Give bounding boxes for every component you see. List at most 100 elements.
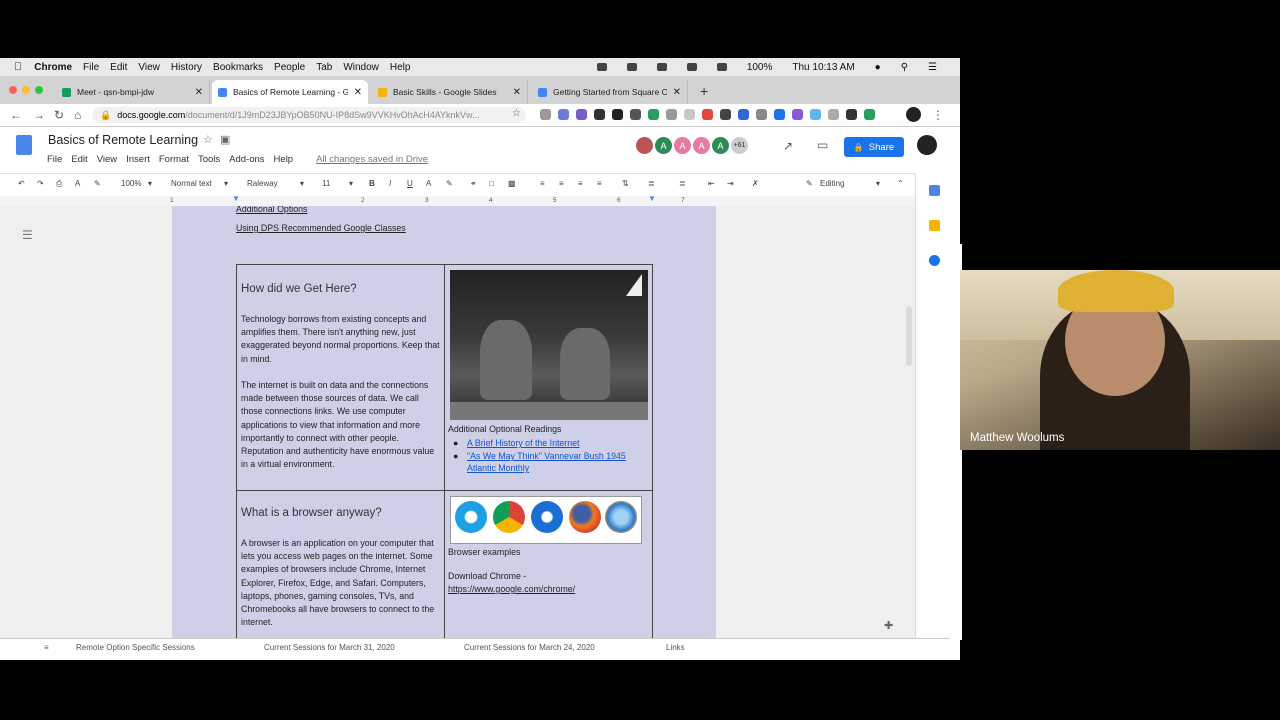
forward-icon[interactable]: → xyxy=(33,108,45,122)
clock[interactable]: Thu 10:13 AM xyxy=(792,62,854,73)
italic-icon[interactable]: I xyxy=(389,179,391,188)
font-size-select[interactable]: 11 xyxy=(322,179,330,188)
increase-indent-icon[interactable]: ⇥ xyxy=(727,179,734,188)
docs-menu-addons[interactable]: Add-ons xyxy=(229,154,264,165)
browser-logos-image[interactable] xyxy=(450,496,642,544)
menu-edit[interactable]: Edit xyxy=(110,62,127,73)
list-icon[interactable]: ☰ xyxy=(928,62,937,73)
close-window-icon[interactable] xyxy=(9,86,17,94)
docs-menu-file[interactable]: File xyxy=(47,154,62,165)
tab-meet[interactable]: Meet - qsn-bmpi-jdw ✕ xyxy=(56,80,210,104)
print-icon[interactable]: ⎙ xyxy=(56,179,62,189)
ruler[interactable]: 1 2 3 4 5 6 7 ▼ ▼ xyxy=(0,194,915,206)
video-tile[interactable]: Matthew Woolums xyxy=(960,270,1280,450)
profile-avatar[interactable] xyxy=(906,107,921,122)
mode-select[interactable]: Editing xyxy=(820,179,844,188)
docs-menu-insert[interactable]: Insert xyxy=(126,154,150,165)
line-spacing-icon[interactable]: ⇅ xyxy=(622,179,629,188)
align-center-icon[interactable]: ≡ xyxy=(559,179,564,188)
docs-menu-edit[interactable]: Edit xyxy=(71,154,87,165)
extension-icon[interactable] xyxy=(738,109,749,120)
indent-marker-icon[interactable]: ▼ xyxy=(232,194,240,203)
table-cell[interactable]: Additional Optional Readings ● A Brief H… xyxy=(444,264,653,491)
close-icon[interactable]: ✕ xyxy=(354,87,362,98)
style-select[interactable]: Normal text xyxy=(171,179,212,188)
add-icon[interactable]: ≡ xyxy=(44,643,49,652)
extension-icon[interactable] xyxy=(846,109,857,120)
docs-menu-view[interactable]: View xyxy=(97,154,117,165)
historic-photo[interactable] xyxy=(450,270,648,420)
highlight-icon[interactable]: ✎ xyxy=(446,179,453,188)
image-icon[interactable]: ▩ xyxy=(508,179,516,188)
decrease-indent-icon[interactable]: ⇤ xyxy=(708,179,715,188)
extension-icon[interactable] xyxy=(684,109,695,120)
home-icon[interactable]: ⌂ xyxy=(74,108,81,122)
more-collaborators[interactable]: +61 xyxy=(731,137,748,154)
text-color-icon[interactable]: A xyxy=(426,179,431,188)
tasks-icon[interactable] xyxy=(929,255,940,266)
avatar[interactable]: A xyxy=(693,137,710,154)
move-to-folder-icon[interactable]: ▣ xyxy=(220,133,230,146)
vertical-scrollbar[interactable] xyxy=(906,306,912,366)
account-avatar[interactable] xyxy=(917,135,937,155)
volume-icon[interactable] xyxy=(716,63,727,71)
extension-icon[interactable] xyxy=(720,109,731,120)
bold-icon[interactable]: B xyxy=(369,179,375,188)
avatar[interactable] xyxy=(636,137,653,154)
menu-tab[interactable]: Tab xyxy=(316,62,332,73)
zoom-select[interactable]: 100% xyxy=(121,179,141,188)
table-cell[interactable]: How did we Get Here? Technology borrows … xyxy=(236,264,445,491)
save-status[interactable]: All changes saved in Drive xyxy=(316,154,428,165)
user-icon[interactable]: ● xyxy=(875,62,881,73)
outline-icon[interactable]: ☰ xyxy=(22,228,33,242)
extension-icon[interactable] xyxy=(576,109,587,120)
bookmark-star-icon[interactable]: ☆ xyxy=(512,108,521,119)
new-tab-icon[interactable]: + xyxy=(700,83,708,99)
collapse-toolbar-icon[interactable]: ⌃ xyxy=(897,179,904,188)
menu-history[interactable]: History xyxy=(171,62,202,73)
extension-icon[interactable] xyxy=(756,109,767,120)
chrome-menu-icon[interactable]: ⋮ xyxy=(932,108,944,122)
extension-icon[interactable] xyxy=(864,109,875,120)
wifi-icon[interactable] xyxy=(686,63,697,71)
comments-icon[interactable]: ▭ xyxy=(817,138,828,152)
calendar-icon[interactable] xyxy=(929,185,940,196)
extension-icon[interactable] xyxy=(558,109,569,120)
extension-icon[interactable] xyxy=(810,109,821,120)
maximize-window-icon[interactable] xyxy=(35,86,43,94)
star-icon[interactable]: ☆ xyxy=(203,133,213,146)
sheet-tab[interactable]: Current Sessions for March 24, 2020 xyxy=(464,643,595,652)
justify-icon[interactable]: ≡ xyxy=(597,179,602,188)
table-cell[interactable]: What is a browser anyway? A browser is a… xyxy=(236,490,445,640)
back-icon[interactable]: ← xyxy=(10,108,22,122)
avatar[interactable]: A xyxy=(674,137,691,154)
status-icon[interactable] xyxy=(596,63,607,71)
redo-icon[interactable]: ↷ xyxy=(37,179,44,188)
table-cell[interactable]: Browser examples Download Chrome - https… xyxy=(444,490,653,640)
extension-icon[interactable] xyxy=(648,109,659,120)
menu-view[interactable]: View xyxy=(138,62,160,73)
link-dps-classes[interactable]: Using DPS Recommended Google Classes xyxy=(236,222,406,235)
docs-menu-tools[interactable]: Tools xyxy=(198,154,220,165)
apple-icon[interactable]:  xyxy=(14,61,22,73)
url-field[interactable]: 🔒 docs.google.com /document/d/1J9mD23JBY… xyxy=(92,107,526,123)
tab-getting-started[interactable]: Getting Started from Square One ✕ xyxy=(532,80,688,104)
sheet-tab[interactable]: Current Sessions for March 31, 2020 xyxy=(264,643,395,652)
underline-icon[interactable]: U xyxy=(407,179,413,188)
docs-logo-icon[interactable] xyxy=(16,135,32,155)
link-icon[interactable]: ⚭ xyxy=(470,179,477,188)
comment-icon[interactable]: □ xyxy=(489,179,494,188)
align-right-icon[interactable]: ≡ xyxy=(578,179,583,188)
link-additional-options[interactable]: Additional Options xyxy=(236,206,307,216)
search-icon[interactable]: ⚲ xyxy=(901,62,908,73)
reading-link[interactable]: A Brief History of the Internet xyxy=(467,438,579,448)
align-left-icon[interactable]: ≡ xyxy=(540,179,545,188)
font-select[interactable]: Raleway xyxy=(247,179,278,188)
menu-bookmarks[interactable]: Bookmarks xyxy=(213,62,263,73)
keep-icon[interactable] xyxy=(929,220,940,231)
avatar[interactable]: A xyxy=(712,137,729,154)
extension-icon[interactable] xyxy=(666,109,677,120)
extension-icon[interactable] xyxy=(612,109,623,120)
clear-formatting-icon[interactable]: ✗ xyxy=(752,179,759,188)
extension-icon[interactable] xyxy=(540,109,551,120)
